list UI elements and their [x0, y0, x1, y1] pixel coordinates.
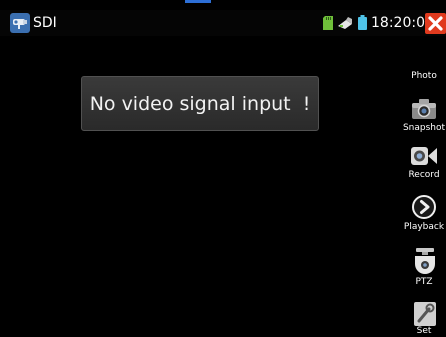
video-camera-icon: [411, 146, 437, 170]
sd-card-icon: [323, 15, 333, 34]
sidebar-item-playback[interactable]: Playback: [402, 192, 446, 238]
sidebar-item-label: Playback: [403, 222, 445, 232]
no-signal-message: No video signal input !: [81, 76, 319, 131]
sidebar: Photo Snapshot Record Playback PTZ Set: [402, 36, 446, 336]
sidebar-item-set[interactable]: Set: [402, 298, 446, 336]
sidebar-item-snapshot[interactable]: Snapshot: [402, 96, 446, 138]
cctv-camera-icon: [10, 13, 30, 33]
top-accent-bar: [185, 0, 211, 3]
play-icon: [412, 195, 436, 223]
sidebar-item-label: Photo: [411, 71, 437, 81]
sidebar-item-label: PTZ: [415, 277, 433, 287]
status-bar: SDI 18:20:01: [0, 10, 446, 36]
network-icon: [337, 15, 353, 34]
sidebar-item-label: Record: [408, 170, 440, 180]
no-signal-text: No video signal input !: [89, 92, 311, 115]
sidebar-item-photo[interactable]: Photo: [402, 71, 446, 85]
close-icon[interactable]: [425, 13, 446, 34]
sidebar-item-record[interactable]: Record: [402, 142, 446, 186]
app-title: SDI: [33, 15, 57, 31]
sidebar-item-ptz[interactable]: PTZ: [402, 244, 446, 290]
sidebar-item-label: Snapshot: [402, 123, 446, 133]
camera-icon: [412, 98, 436, 124]
battery-icon: [358, 15, 367, 34]
sidebar-item-label: Set: [416, 326, 432, 336]
ptz-dome-camera-icon: [414, 248, 436, 278]
